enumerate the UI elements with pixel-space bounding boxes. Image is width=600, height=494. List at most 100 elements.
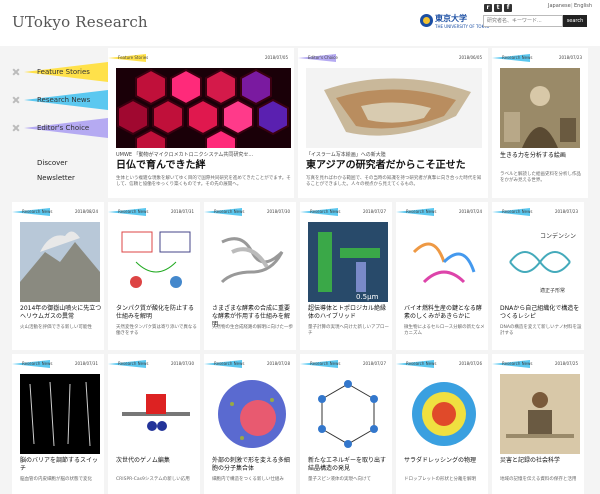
- card-date: 2018/07/30: [170, 361, 194, 366]
- card-date: 2018/07/23: [558, 55, 582, 60]
- close-x-icon: [12, 68, 20, 76]
- card-description: 量子計算の実現へ向けた新しいアプローチ: [308, 325, 389, 336]
- card-title[interactable]: バイオ燃料生産の鍵となる酵素のしくみがあきらかに: [404, 305, 486, 321]
- news-card[interactable]: Research News 2018/07/24 バイオ燃料生産の鍵となる酵素のしく…: [396, 202, 488, 350]
- category-label: Research News: [406, 361, 437, 366]
- news-card[interactable]: Research News 2018/07/31 タンパク質が酸化を防止する仕組みを…: [108, 202, 200, 350]
- card-subtitle: 「イスラーム写本絵画」への新大陸: [306, 152, 386, 158]
- card-title[interactable]: 日仏で育んできた絆: [116, 160, 291, 172]
- nav-newsletter[interactable]: Newsletter: [37, 174, 75, 182]
- card-date: 2018/06/05: [458, 55, 482, 60]
- svg-text:適正子形常: 適正子形常: [540, 287, 565, 294]
- nav-feature-stories[interactable]: Feature Stories: [0, 62, 108, 82]
- card-title[interactable]: サラダドレッシングの物理: [404, 457, 486, 465]
- card-thumbnail[interactable]: [500, 68, 580, 148]
- card-date: 2018/08/24: [74, 209, 98, 214]
- card-date: 2018/07/27: [362, 361, 386, 366]
- lang-divider: |: [571, 3, 573, 9]
- card-title[interactable]: 脳のバリアを調節するスイッチ: [20, 457, 102, 473]
- card-title[interactable]: 外部の刺激で形を変える多細胞の分子集合体: [212, 457, 294, 473]
- nav-discover[interactable]: Discover: [37, 159, 67, 167]
- card-description: 微生物によるセルロース分解の新たなメカニズム: [404, 325, 485, 336]
- card-date: 2018/07/31: [170, 209, 194, 214]
- news-card[interactable]: Research News 2018/07/27 0.5μm 超伝導体とトポロジカル絶…: [300, 202, 392, 350]
- card-title[interactable]: 東アジアの研究者だからこそ正せた: [306, 160, 482, 172]
- hexagon-cells-image: [117, 68, 289, 148]
- card-thumbnail[interactable]: [20, 374, 100, 454]
- card-thumbnail[interactable]: [20, 222, 100, 302]
- card-thumbnail[interactable]: [308, 374, 388, 454]
- site-logo[interactable]: UTokyo Research: [12, 13, 148, 31]
- card-description: ラベルと解読した絵画史料を分析し作品をかがみ見える世界。: [500, 172, 581, 183]
- painting-image: [500, 68, 580, 148]
- card-thumbnail[interactable]: コンデンシン 適正子形常: [500, 222, 580, 302]
- rss-icon[interactable]: r: [484, 4, 492, 12]
- news-card[interactable]: Research News 2018/08/24 2014年の御嶽山噴火に先立つヘリ…: [12, 202, 104, 350]
- card-description: 天然変性タンパク質は寄り添いで異なる働きをする: [116, 325, 197, 336]
- feature-card[interactable]: Feature Stories 2018/07/05 UMWE 「動物がマイクロ…: [108, 48, 294, 198]
- card-description: CRISPR-Cas9システムの新しい応用: [116, 477, 190, 482]
- category-label: Editor's Choice: [308, 55, 338, 60]
- card-thumbnail[interactable]: [212, 374, 292, 454]
- card-description: ドロップレットの形状と分離を解明: [404, 477, 476, 482]
- university-emblem-icon: [420, 14, 433, 27]
- category-label: Research News: [214, 361, 245, 366]
- card-title[interactable]: 災害と記録の社会科学: [500, 457, 582, 465]
- university-name-en: THE UNIVERSITY OF TOKYO: [435, 24, 490, 29]
- card-thumbnail[interactable]: 0.5μm: [308, 222, 388, 302]
- card-subtitle: UMWE 「動物がマイクロメカトロニクシステム共同研究セ...: [116, 152, 254, 158]
- card-thumbnail[interactable]: [404, 222, 484, 302]
- lang-english-link[interactable]: English: [574, 3, 592, 9]
- card-description: 細胞内で構造をつくる新しい仕組み: [212, 477, 284, 482]
- news-card[interactable]: Research News 2018/07/26 サラダドレッシングの物理 ドロップレ…: [396, 354, 488, 494]
- card-title[interactable]: タンパク質が酸化を防止する仕組みを解明: [116, 305, 198, 321]
- card-title[interactable]: 2014年の御嶽山噴火に先立つヘリウムガスの異常: [20, 305, 102, 321]
- close-x-icon: [12, 124, 20, 132]
- card-title[interactable]: 超伝導体とトポロジカル絶縁体のハイブリッド: [308, 305, 390, 321]
- university-logo[interactable]: 東京大学 THE UNIVERSITY OF TOKYO: [420, 12, 489, 34]
- twitter-icon[interactable]: t: [494, 4, 502, 12]
- card-description: 写真を見ればわかる範囲で、その当時の知識を持つ研究者が真摯に向き合った時代を知る…: [306, 176, 482, 187]
- page: UTokyo Research 東京大学 THE UNIVERSITY OF T…: [0, 0, 600, 494]
- card-title[interactable]: DNAから自己組織化で構造をつくるレシピ: [500, 305, 582, 321]
- card-date: 2018/07/23: [554, 209, 578, 214]
- category-label: Research News: [214, 209, 245, 214]
- card-thumbnail[interactable]: [306, 68, 482, 148]
- lang-japanese-link[interactable]: Japanese: [548, 3, 571, 9]
- nav-label: Research News: [37, 96, 91, 104]
- card-thumbnail[interactable]: [404, 374, 484, 454]
- card-date: 2018/07/26: [458, 361, 482, 366]
- news-card[interactable]: Research News 2018/07/23 生きる力を分析する絵画 ラベル…: [492, 48, 588, 198]
- facebook-icon[interactable]: f: [504, 4, 512, 12]
- card-thumbnail[interactable]: [116, 68, 291, 148]
- news-card[interactable]: Research News 2018/07/31 脳のバリアを調節するスイッチ 脳血管…: [12, 354, 104, 494]
- university-name: 東京大学: [435, 14, 467, 23]
- nav-research-news[interactable]: Research News: [0, 90, 108, 110]
- news-card[interactable]: Research News 2018/07/27 新たなエネルギーを取り出す結晶構造…: [300, 354, 392, 494]
- card-thumbnail[interactable]: [116, 222, 196, 302]
- card-thumbnail[interactable]: [212, 222, 292, 302]
- card-title[interactable]: 新たなエネルギーを取り出す結晶構造の発見: [308, 457, 390, 473]
- card-title[interactable]: 次世代のゲノム編集: [116, 457, 198, 465]
- card-thumbnail[interactable]: [500, 374, 580, 454]
- news-card[interactable]: Research News 2018/07/30 次世代のゲノム編集 CRISPR-C…: [108, 354, 200, 494]
- card-description: 火山活動を評価できる新しい可能性: [20, 325, 92, 330]
- search-button[interactable]: search: [563, 15, 587, 27]
- nav-label: Feature Stories: [37, 68, 90, 76]
- card-description: DNAの構造を変えて新しいナノ材料を設計する: [500, 325, 582, 336]
- search-input[interactable]: [483, 15, 563, 27]
- nav-label: Editor's Choice: [37, 124, 90, 132]
- card-thumbnail[interactable]: [116, 374, 196, 454]
- category-label: Research News: [118, 209, 149, 214]
- nav-editors-choice[interactable]: Editor's Choice: [0, 118, 108, 138]
- news-card[interactable]: Research News 2018/07/25 災害と記録の社会科学 地域の記憶を伝…: [492, 354, 584, 494]
- category-label: Research News: [22, 361, 53, 366]
- editors-choice-card[interactable]: Editor's Choice 2018/06/05 「イスラーム写本絵画」への…: [298, 48, 488, 198]
- card-date: 2018/07/30: [266, 209, 290, 214]
- card-date: 2018/07/28: [266, 361, 290, 366]
- news-card[interactable]: Research News 2018/07/23 コンデンシン 適正子形常 DNAから自…: [492, 202, 584, 350]
- card-title[interactable]: 生きる力を分析する絵画: [500, 152, 582, 160]
- news-card[interactable]: Research News 2018/07/28 外部の刺激で形を変える多細胞の分子…: [204, 354, 296, 494]
- news-card[interactable]: Research News 2018/07/30 さまざまな酵素の合成に重要な酵素が…: [204, 202, 296, 350]
- category-label: Research News: [502, 55, 533, 60]
